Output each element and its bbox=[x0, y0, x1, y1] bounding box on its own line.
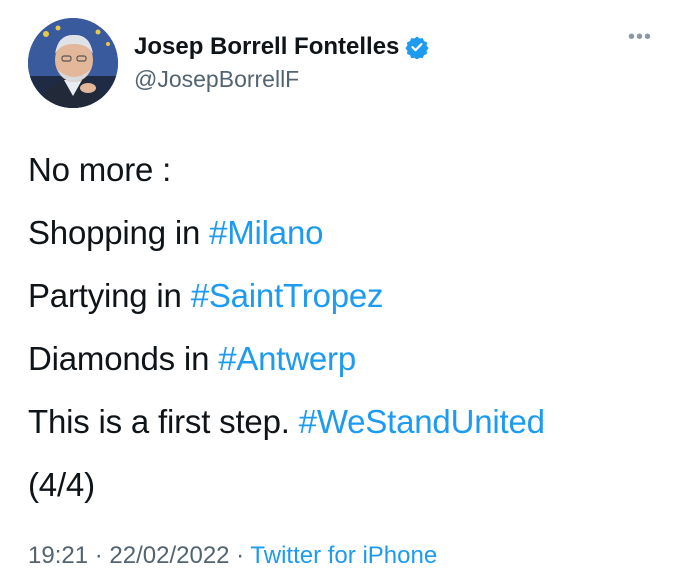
tweet-line: Diamonds in #Antwerp bbox=[28, 327, 545, 390]
hashtag-link[interactable]: #Antwerp bbox=[218, 340, 356, 377]
verified-badge-icon bbox=[405, 35, 430, 60]
hashtag-link[interactable]: #SaintTropez bbox=[191, 277, 384, 314]
tweet-card: Josep Borrell Fontelles @JosepBorrellF •… bbox=[0, 0, 680, 586]
tweet-line-text: Diamonds in bbox=[28, 340, 219, 377]
tweet-line: Partying in #SaintTropez bbox=[28, 264, 545, 327]
profile-photo bbox=[28, 18, 118, 108]
hashtag-link[interactable]: #Milano bbox=[209, 214, 323, 251]
author-handle[interactable]: @JosepBorrellF bbox=[134, 64, 429, 94]
tweet-line-text: (4/4) bbox=[28, 466, 95, 503]
meta-separator: · bbox=[229, 542, 251, 569]
hashtag-link[interactable]: #WeStandUnited bbox=[299, 403, 545, 440]
tweet-line: (4/4) bbox=[28, 453, 545, 516]
name-row: Josep Borrell Fontelles bbox=[134, 32, 430, 62]
tweet-source-link[interactable]: Twitter for iPhone bbox=[250, 542, 437, 569]
tweet-line: This is a first step. #WeStandUnited bbox=[28, 390, 545, 453]
display-name[interactable]: Josep Borrell Fontelles bbox=[134, 32, 399, 62]
tweet-time[interactable]: 19:21 bbox=[28, 542, 88, 569]
meta-separator: · bbox=[88, 542, 110, 569]
avatar[interactable] bbox=[28, 18, 118, 108]
author-names: Josep Borrell Fontelles @JosepBorrellF bbox=[134, 32, 430, 94]
tweet-line-text: Partying in bbox=[28, 277, 191, 314]
tweet-line-text: This is a first step. bbox=[28, 403, 299, 440]
tweet-meta: 19:21 · 22/02/2022 · Twitter for iPhone bbox=[28, 542, 437, 570]
more-options-icon[interactable]: ••• bbox=[628, 27, 652, 47]
tweet-header: Josep Borrell Fontelles @JosepBorrellF bbox=[28, 18, 430, 108]
tweet-date[interactable]: 22/02/2022 bbox=[109, 542, 229, 569]
tweet-text: No more : Shopping in #Milano Partying i… bbox=[28, 138, 545, 516]
tweet-line-text: Shopping in bbox=[28, 214, 210, 251]
tweet-line: Shopping in #Milano bbox=[28, 201, 545, 264]
tweet-line: No more : bbox=[28, 138, 545, 201]
tweet-line-text: No more : bbox=[28, 151, 172, 188]
